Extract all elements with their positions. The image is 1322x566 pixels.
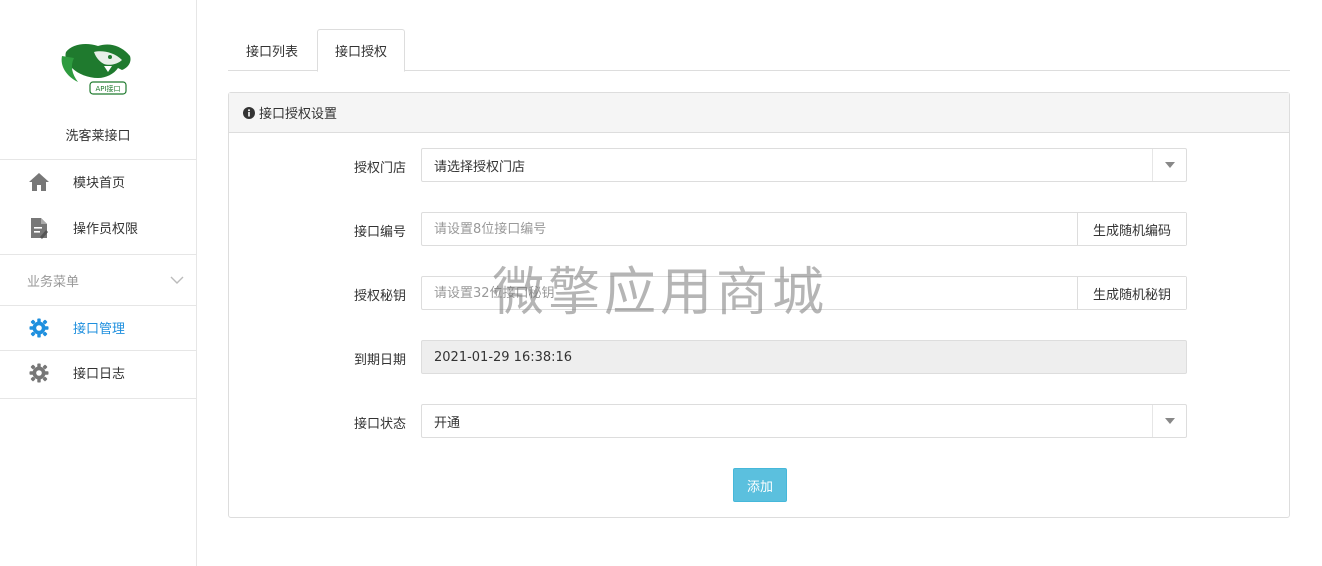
- generate-random-secret-button[interactable]: 生成随机秘钥: [1077, 277, 1186, 309]
- nav-label: 接口管理: [73, 322, 126, 337]
- status-select-value: 开通: [434, 415, 461, 431]
- expire-date-value: 2021-01-29 16:38:16: [434, 349, 573, 365]
- store-select[interactable]: 请选择授权门店: [421, 148, 1187, 182]
- gear-icon: [28, 362, 50, 384]
- nav-item-module-home[interactable]: 模块首页: [0, 159, 196, 204]
- add-button[interactable]: 添加: [733, 468, 787, 502]
- code-input-group: 生成随机编码: [421, 212, 1187, 246]
- status-label: 接口状态: [353, 417, 406, 432]
- chevron-down-icon: [170, 273, 184, 288]
- secret-input-group: 生成随机秘钥: [421, 276, 1187, 310]
- caret-down-icon: [1152, 149, 1186, 181]
- nav-label: 模块首页: [73, 176, 126, 191]
- brand-area: API接口 洗客莱接口: [0, 0, 196, 160]
- home-icon: [28, 171, 50, 193]
- nav-item-interface-log[interactable]: 接口日志: [0, 350, 196, 395]
- tab-interface-authorize[interactable]: 接口授权: [317, 29, 405, 72]
- panel-header: 接口授权设置: [229, 93, 1289, 133]
- info-icon: [243, 106, 255, 119]
- secret-label: 授权秘钥: [353, 289, 406, 304]
- gear-icon: [28, 317, 50, 339]
- logo-caption: API接口: [95, 84, 120, 93]
- tab-bar: 接口列表 接口授权: [228, 29, 1290, 72]
- divider: [0, 254, 196, 255]
- authorize-settings-panel: 接口授权设置 授权门店 请选择授权门店 接口编号 生成随机编码 授权秘钥 生成随…: [228, 92, 1290, 518]
- nav-item-operator-permission[interactable]: 操作员权限: [0, 205, 196, 250]
- section-toggle-business-menu[interactable]: 业务菜单: [0, 256, 196, 304]
- nav-label: 接口日志: [73, 367, 126, 382]
- nav-label: 操作员权限: [73, 222, 139, 237]
- tab-interface-list[interactable]: 接口列表: [228, 29, 316, 71]
- generate-random-code-button[interactable]: 生成随机编码: [1077, 213, 1186, 245]
- expire-date-field: 2021-01-29 16:38:16: [421, 340, 1187, 374]
- code-input[interactable]: [422, 213, 1077, 245]
- code-label: 接口编号: [353, 225, 406, 240]
- secret-input[interactable]: [422, 277, 1077, 309]
- document-edit-icon: [28, 217, 50, 239]
- expire-label: 到期日期: [353, 353, 406, 368]
- brand-name: 洗客莱接口: [65, 129, 131, 144]
- divider: [0, 398, 196, 399]
- sidebar: API接口 洗客莱接口 模块首页 操作员权限 业务菜单 接口管理 接口日志: [0, 0, 197, 566]
- panel-title: 接口授权设置: [259, 107, 338, 122]
- store-select-value: 请选择授权门店: [434, 159, 526, 175]
- section-title: 业务菜单: [27, 274, 80, 290]
- status-select[interactable]: 开通: [421, 404, 1187, 438]
- panther-logo-icon: API接口: [61, 44, 131, 95]
- nav-item-interface-management[interactable]: 接口管理: [0, 305, 196, 350]
- caret-down-icon: [1152, 405, 1186, 437]
- store-label: 授权门店: [353, 161, 406, 176]
